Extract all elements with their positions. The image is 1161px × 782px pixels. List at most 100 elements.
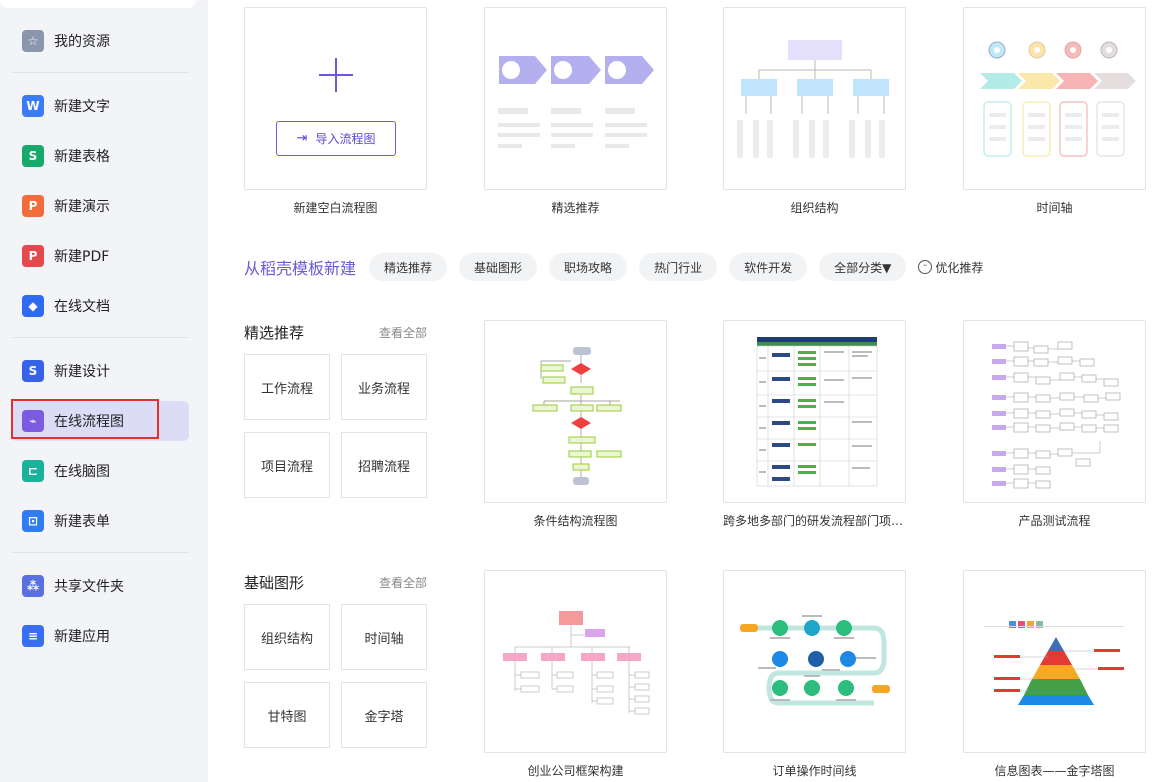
template-card[interactable]: [484, 570, 667, 753]
tile-org-structure[interactable]: 组织结构: [244, 604, 330, 670]
sidebar-item-label: 共享文件夹: [54, 579, 124, 595]
import-flowchart-button[interactable]: ⇥ 导入流程图: [276, 121, 396, 156]
tile-pyramid[interactable]: 金字塔: [341, 682, 427, 748]
org-dept-boxes: [503, 653, 641, 661]
featured-card[interactable]: [484, 7, 667, 190]
sidebar-item-new-form[interactable]: ⊡ 新建表单: [11, 501, 189, 541]
template-card[interactable]: [963, 570, 1146, 753]
share-folder-icon: ⁂: [22, 575, 44, 597]
sidebar: ☆ 我的资源 W 新建文字 S 新建表格 P 新建演示 P 新建PDF ◆ 在线…: [0, 0, 208, 782]
chip-featured[interactable]: 精选推荐: [369, 253, 448, 281]
sidebar-item-new-slides[interactable]: P 新建演示: [11, 186, 189, 226]
sidebar-item-label: 在线脑图: [54, 464, 110, 480]
view-all-basic-shapes-link[interactable]: 查看全部: [379, 574, 427, 591]
timeline-chevrons: [980, 73, 1136, 89]
optimize-recommend-label: 优化推荐: [935, 260, 984, 275]
sidebar-item-online-mindmap[interactable]: ⊏ 在线脑图: [11, 451, 189, 491]
sidebar-item-label: 新建表格: [54, 149, 110, 165]
template-section-title: 从稻壳模板新建: [244, 259, 357, 278]
tile-recruit-flow[interactable]: 招聘流程: [341, 432, 427, 498]
form-icon: ⊡: [22, 510, 44, 532]
timeline-card[interactable]: [963, 7, 1146, 190]
card-caption: 时间轴: [1036, 201, 1073, 215]
app-icon: ≡: [22, 625, 44, 647]
template-card[interactable]: [484, 320, 667, 503]
word-doc-icon: W: [22, 95, 44, 117]
chip-software-dev[interactable]: 软件开发: [729, 253, 808, 281]
design-icon: S: [22, 360, 44, 382]
template-card[interactable]: [963, 320, 1146, 503]
timeline-text-lines: [989, 113, 1119, 141]
sidebar-item-label: 新建PDF: [54, 249, 110, 265]
org-structure-card[interactable]: [723, 7, 906, 190]
import-icon: ⇥: [296, 131, 308, 146]
card-caption: 精选推荐: [551, 201, 600, 215]
chip-workplace[interactable]: 职场攻略: [549, 253, 628, 281]
tile-project-flow[interactable]: 项目流程: [244, 432, 330, 498]
org-connectors: [514, 625, 635, 713]
spreadsheet-icon: S: [22, 145, 44, 167]
cross-dept-flow-thumbnail: [756, 337, 878, 487]
sidebar-divider: [12, 337, 189, 338]
startup-org-thumbnail: [503, 611, 650, 715]
timeline-pins: [988, 41, 1118, 59]
arrow-chevrons: [499, 56, 654, 84]
tile-timeline[interactable]: 时间轴: [341, 604, 427, 670]
process-arrows-thumbnail: [498, 56, 654, 148]
highlight-box: [11, 399, 159, 439]
swimlane-text-lines: [759, 351, 872, 473]
sidebar-item-new-design[interactable]: S 新建设计: [11, 351, 189, 391]
new-blank-flowchart-card[interactable]: ⇥ 导入流程图: [244, 7, 427, 190]
sidebar-item-new-app[interactable]: ≡ 新建应用: [11, 616, 189, 656]
product-test-flow-thumbnail: [992, 341, 1121, 489]
sidebar-item-label: 新建设计: [54, 364, 110, 380]
swimlane-green-boxes: [798, 351, 816, 474]
pyramid-chart-thumbnail: [984, 621, 1124, 705]
sidebar-item-new-sheet[interactable]: S 新建表格: [11, 136, 189, 176]
text-placeholder-lines: [498, 108, 647, 148]
pdf-icon: P: [22, 245, 44, 267]
template-card[interactable]: [723, 570, 906, 753]
template-caption: 产品测试流程: [1018, 514, 1091, 528]
template-caption: 订单操作时间线: [772, 764, 857, 778]
template-caption: 条件结构流程图: [533, 514, 618, 528]
condition-flowchart-thumbnail: [532, 347, 622, 485]
template-caption: 信息图表——金字塔图: [994, 764, 1115, 778]
card-caption: 新建空白流程图: [293, 201, 378, 215]
template-caption: 跨多地多部门的研发流程部门项目管理: [723, 514, 906, 528]
sidebar-item-online-flowchart[interactable]: ⌁ 在线流程图: [11, 399, 189, 441]
star-icon: ☆: [22, 30, 44, 52]
section-title-featured: 精选推荐: [244, 324, 305, 342]
chip-all-categories[interactable]: 全部分类▼: [819, 253, 907, 281]
sidebar-item-new-doc[interactable]: W 新建文字: [11, 86, 189, 126]
tile-business-flow[interactable]: 业务流程: [341, 354, 427, 420]
presentation-icon: P: [22, 195, 44, 217]
chip-basic-shapes[interactable]: 基础图形: [459, 253, 538, 281]
view-all-featured-link[interactable]: 查看全部: [379, 324, 427, 341]
flow-right-nodes: [1013, 341, 1121, 489]
sidebar-item-my-resources[interactable]: ☆ 我的资源: [11, 21, 189, 61]
sidebar-divider: [12, 552, 189, 553]
sidebar-item-online-doc[interactable]: ◆ 在线文档: [11, 286, 189, 326]
plus-icon: [319, 58, 353, 92]
timeline-thumbnail: [980, 41, 1136, 157]
mindmap-icon: ⊏: [22, 460, 44, 482]
sidebar-top-card: [0, 0, 196, 8]
tile-work-flow[interactable]: 工作流程: [244, 354, 330, 420]
card-caption: 组织结构: [790, 201, 839, 215]
import-flowchart-label: 导入流程图: [315, 132, 376, 146]
sidebar-item-shared-folder[interactable]: ⁂ 共享文件夹: [11, 566, 189, 606]
optimize-recommend-button[interactable]: ᵕ 优化推荐: [918, 259, 983, 276]
template-filter-bar: 从稻壳模板新建 精选推荐 基础图形 职场攻略 热门行业 软件开发 全部分类▼ ᵕ…: [244, 252, 983, 282]
sidebar-item-label: 新建演示: [54, 199, 110, 215]
sidebar-item-new-pdf[interactable]: P 新建PDF: [11, 236, 189, 276]
org-leaf-boxes: [737, 120, 885, 158]
template-caption: 创业公司框架构建: [527, 764, 624, 778]
tile-gantt[interactable]: 甘特图: [244, 682, 330, 748]
template-card[interactable]: [723, 320, 906, 503]
org-chart-thumbnail: [737, 40, 889, 158]
sidebar-divider: [12, 72, 189, 73]
section-title-basic-shapes: 基础图形: [244, 574, 305, 592]
chip-hot-industry[interactable]: 热门行业: [639, 253, 718, 281]
sidebar-item-label: 我的资源: [54, 34, 110, 50]
